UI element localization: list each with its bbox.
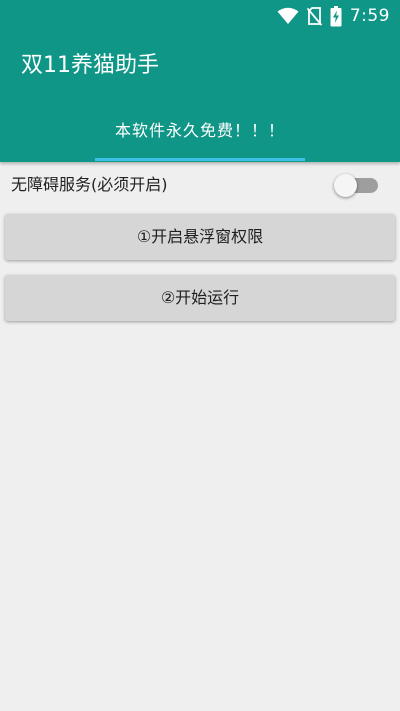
start-running-button[interactable]: ②开始运行 <box>5 275 395 321</box>
tab-label: 本软件永久免费！！！ <box>114 121 285 140</box>
app-bar: 7:59 双11养猫助手 本软件永久免费！！！ <box>0 0 400 162</box>
tab-indicator <box>95 158 305 161</box>
battery-charging-icon <box>330 5 342 26</box>
tab-free-notice[interactable]: 本软件永久免费！！！ <box>95 112 305 162</box>
no-sim-icon <box>306 6 322 26</box>
accessibility-service-label: 无障碍服务(必须开启) <box>11 175 168 194</box>
accessibility-service-toggle[interactable] <box>334 174 382 198</box>
app-title: 双11养猫助手 <box>21 53 159 78</box>
enable-overlay-permission-button[interactable]: ①开启悬浮窗权限 <box>5 214 395 260</box>
status-bar: 7:59 <box>0 0 400 32</box>
status-time: 7:59 <box>349 6 390 26</box>
status-icons: 7:59 <box>277 5 390 27</box>
toggle-thumb <box>334 174 357 197</box>
accessibility-service-row: 无障碍服务(必须开启) <box>0 166 400 206</box>
wifi-icon <box>277 7 299 24</box>
